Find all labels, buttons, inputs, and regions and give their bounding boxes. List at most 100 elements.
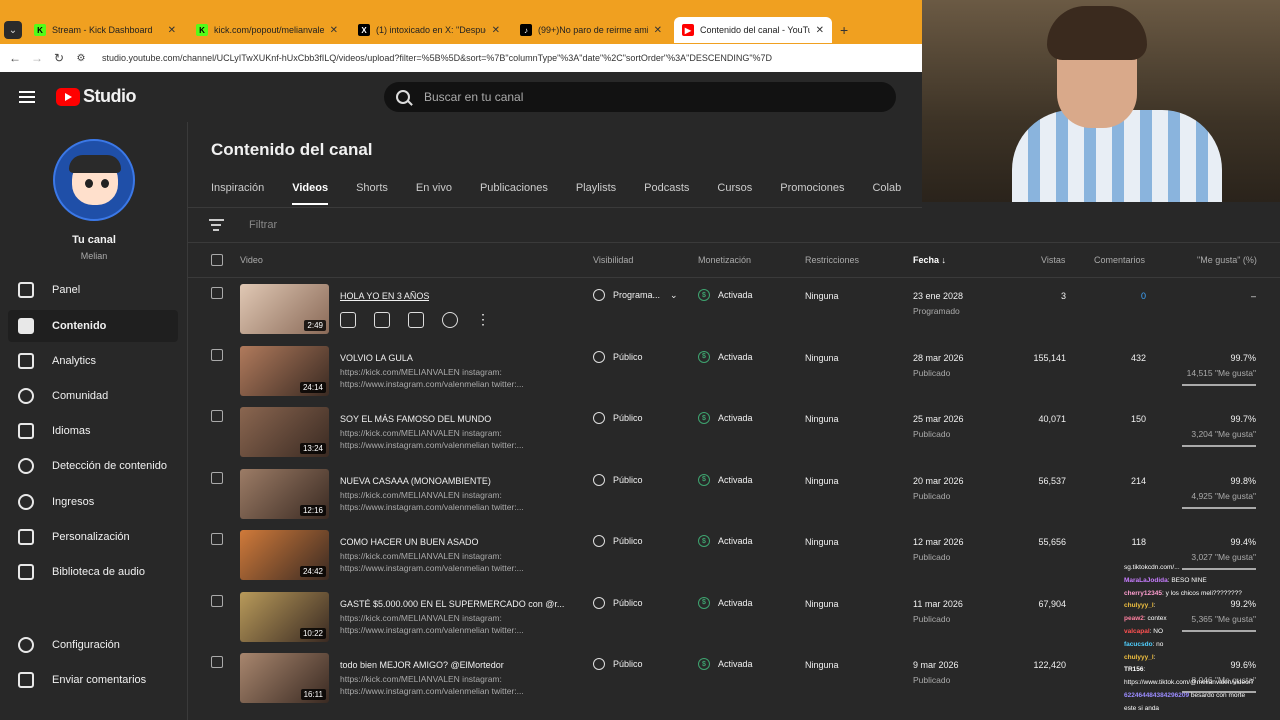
studio-logo[interactable]: Studio [56,86,137,107]
table-row[interactable]: 24:42 COMO HACER UN BUEN ASADO https://kic… [188,524,1280,586]
menu-icon[interactable] [19,91,35,103]
visibility-status[interactable]: Público [593,350,643,363]
table-row[interactable]: 10:22 GASTÉ $5.000.000 EN EL SUPERMERCADO… [188,586,1280,648]
comments-value[interactable]: 432 [1131,353,1146,363]
url-text[interactable]: studio.youtube.com/channel/UCLyITwXUKnf-… [102,53,772,63]
sidebar-item-feedback[interactable]: Enviar comentarios [8,664,178,696]
row-checkbox[interactable] [211,656,223,668]
tab-live[interactable]: En vivo [416,182,452,205]
sidebar-item-audio-library[interactable]: Biblioteca de audio [8,556,178,588]
tab-podcasts[interactable]: Podcasts [644,182,689,205]
monetization-status[interactable]: $ Activada [698,350,753,363]
comments-icon[interactable] [408,312,424,328]
browser-tab-2[interactable]: Kkick.com/popout/melianvalen/... ✕ [188,17,346,43]
browser-tab-1[interactable]: K Stream - Kick Dashboard ✕ [26,17,184,43]
analytics-icon[interactable] [374,312,390,328]
comments-value[interactable]: 214 [1131,476,1146,486]
sidebar-item-panel[interactable]: Panel [8,274,178,306]
monetization-status[interactable]: $ Activada [698,289,753,301]
video-title[interactable]: GASTÉ $5.000.000 EN EL SUPERMERCADO con … [340,599,564,609]
comments-value[interactable]: 118 [1132,537,1146,547]
row-checkbox[interactable] [211,533,223,545]
select-all-checkbox[interactable] [211,254,223,266]
description-line: https://www.instagram.com/valenmelian tw… [340,624,524,635]
sidebar-item-community[interactable]: Comunidad [8,380,178,412]
filter-icon[interactable] [209,219,224,234]
monetization-status[interactable]: $ Activada [698,473,753,486]
avatar[interactable] [53,139,135,221]
video-thumbnail[interactable]: 12:16 [240,468,329,519]
monetization-status[interactable]: $ Activada [698,535,753,547]
monetization-status[interactable]: $ Activada [698,658,753,670]
sidebar-item-customization[interactable]: Personalización [8,521,178,553]
tab-playlists[interactable]: Playlists [576,182,616,205]
monetization-status[interactable]: $ Activada [698,596,753,609]
table-row[interactable]: 16:11 todo bien MEJOR AMIGO? @ElMortedor h… [188,647,1280,709]
video-title[interactable]: NUEVA CASAAA (MONOAMBIENTE) [340,476,491,486]
close-icon[interactable]: ✕ [492,25,500,36]
monetization-status[interactable]: $ Activada [698,412,753,424]
tab-courses[interactable]: Cursos [717,182,752,205]
close-icon[interactable]: ✕ [330,25,338,36]
search-input[interactable]: Buscar en tu canal [384,82,896,112]
site-info-icon[interactable]: ⚙ [70,53,92,64]
video-thumbnail[interactable]: 2:49 [240,284,329,334]
video-thumbnail[interactable]: 13:24 [240,407,329,457]
chat-message: cherry12345: y los chicos meli???????? [1124,588,1280,601]
tab-posts[interactable]: Publicaciones [480,182,548,205]
browser-tab-5[interactable]: ▶ Contenido del canal - YouTube... ✕ [674,17,832,43]
video-title[interactable]: HOLA YO EN 3 AÑOS [340,291,429,301]
video-title[interactable]: VOLVIO LA GULA [340,353,413,363]
monetization-icon[interactable] [442,312,458,328]
tab-promotions[interactable]: Promociones [780,182,844,205]
table-row[interactable]: 2:49 HOLA YO EN 3 AÑOS ⋮ Programa... ⌄ $ A… [188,278,1280,340]
tab-inspiration[interactable]: Inspiración [211,182,264,205]
video-thumbnail[interactable]: 10:22 [240,591,329,642]
video-title[interactable]: SOY EL MÁS FAMOSO DEL MUNDO [340,414,491,424]
visibility-dropdown[interactable]: Programa... ⌄ [593,289,678,301]
video-title[interactable]: COMO HACER UN BUEN ASADO [340,537,479,547]
comments-value[interactable]: 0 [1141,291,1146,301]
more-icon[interactable]: ⋮ [476,312,490,328]
visibility-status[interactable]: Público [593,535,643,547]
forward-icon[interactable]: → [26,51,48,65]
tab-search-icon[interactable]: ⌄ [4,21,22,39]
edit-icon[interactable] [340,312,356,328]
close-icon[interactable]: ✕ [654,25,662,36]
table-row[interactable]: 13:24 SOY EL MÁS FAMOSO DEL MUNDO https://… [188,401,1280,463]
sidebar-item-languages[interactable]: Idiomas [8,415,178,447]
close-icon[interactable]: ✕ [816,25,824,36]
row-checkbox[interactable] [211,348,223,361]
sidebar-item-analytics[interactable]: Analytics [8,345,178,377]
column-date[interactable]: Fecha ↓ [913,255,946,265]
visibility-status[interactable]: Público [593,473,643,486]
reload-icon[interactable]: ↻ [48,51,70,65]
browser-tab-4[interactable]: ♪ (99+)No paro de reirme amigo... ✕ [512,17,670,43]
sidebar-item-earn[interactable]: Ingresos [8,486,178,518]
back-icon[interactable]: ← [4,51,26,65]
table-row[interactable]: 24:14 VOLVIO LA GULA https://kick.com/MELI… [188,340,1280,402]
visibility-status[interactable]: Público [593,658,643,670]
tab-videos[interactable]: Videos [292,182,329,205]
video-thumbnail[interactable]: 24:42 [240,530,329,580]
row-checkbox[interactable] [211,471,223,484]
filter-input[interactable]: Filtrar [249,219,277,231]
row-checkbox[interactable] [211,287,223,299]
row-checkbox[interactable] [211,410,223,422]
row-checkbox[interactable] [211,594,223,607]
video-thumbnail[interactable]: 16:11 [240,653,329,703]
visibility-status[interactable]: Público [593,412,643,424]
tab-shorts[interactable]: Shorts [356,182,388,205]
comments-value[interactable]: 150 [1131,414,1146,424]
video-title[interactable]: todo bien MEJOR AMIGO? @ElMortedor [340,660,504,670]
visibility-status[interactable]: Público [593,596,643,609]
close-icon[interactable]: ✕ [168,25,176,36]
new-tab-icon[interactable]: + [840,22,848,38]
browser-tab-3[interactable]: X (1) intoxicado en X: "Despues de... ✕ [350,17,508,43]
table-row[interactable]: 12:16 NUEVA CASAAA (MONOAMBIENTE) https://… [188,463,1280,525]
video-thumbnail[interactable]: 24:14 [240,345,329,396]
sidebar-item-content-detection[interactable]: Detección de contenido [8,450,178,482]
tab-collabs[interactable]: Colab [872,182,901,205]
sidebar-item-settings[interactable]: Configuración [8,629,178,661]
sidebar-item-content[interactable]: Contenido [8,310,178,342]
